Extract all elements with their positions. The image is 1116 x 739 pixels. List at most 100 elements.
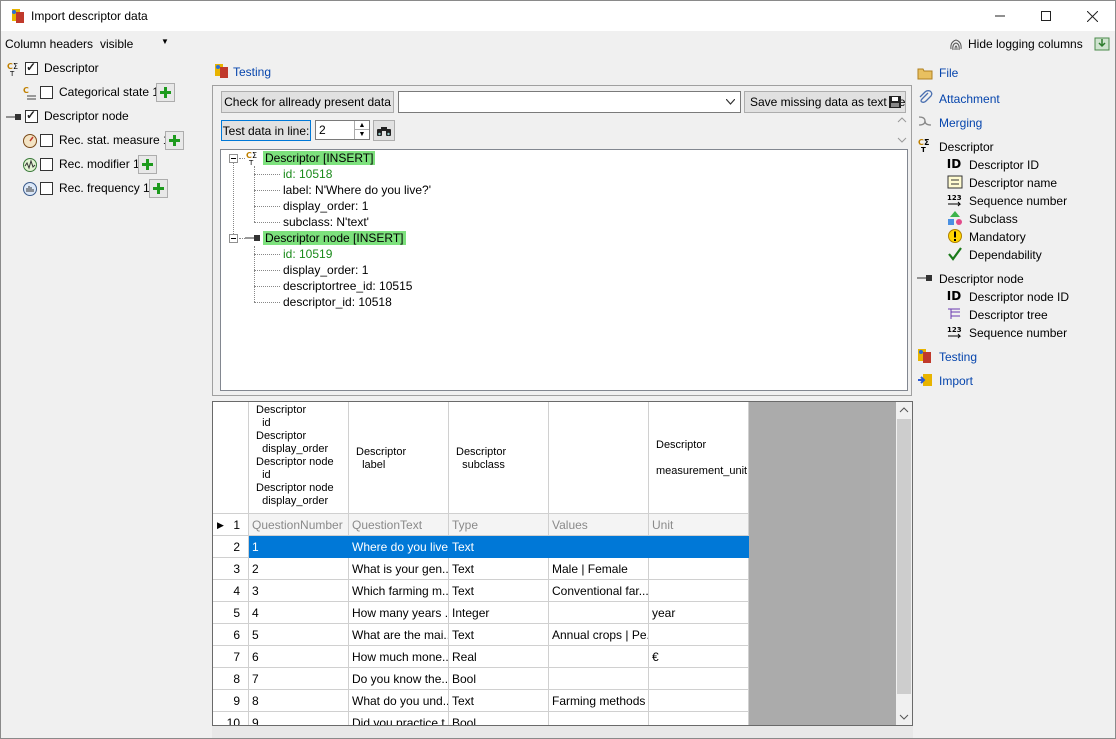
node-id-node[interactable]: id: 10519 [283, 247, 332, 261]
testing-scrollbar[interactable] [894, 115, 910, 145]
row-header[interactable]: 3 [213, 558, 249, 580]
grid-header-col4[interactable] [549, 402, 649, 514]
table-cell[interactable] [649, 624, 749, 646]
collapse-descriptor-node-icon[interactable] [229, 234, 238, 243]
row-header[interactable]: 8 [213, 668, 249, 690]
row-header[interactable]: 4 [213, 580, 249, 602]
header-row-cell[interactable]: QuestionNumber [249, 514, 349, 536]
table-cell[interactable]: 7 [249, 668, 349, 690]
hide-logging-columns-button[interactable]: Hide logging columns [947, 34, 1116, 54]
table-cell[interactable]: Do you know the... [349, 668, 449, 690]
table-cell[interactable] [549, 602, 649, 624]
table-cell[interactable]: 1 [249, 536, 349, 558]
nav-mandatory[interactable]: Mandatory [969, 230, 1026, 244]
grid-scroll-thumb[interactable] [897, 419, 911, 694]
row-header[interactable]: 9 [213, 690, 249, 712]
row-header[interactable]: 1 ▶ [213, 514, 249, 536]
save-missing-data-button[interactable]: Save missing data as text file [744, 91, 906, 113]
add-categorical-state-button[interactable] [156, 83, 175, 102]
row-header[interactable]: 10 [213, 712, 249, 725]
table-cell[interactable] [549, 646, 649, 668]
table-cell[interactable]: 9 [249, 712, 349, 725]
table-cell[interactable] [649, 536, 749, 558]
table-cell[interactable] [649, 690, 749, 712]
scroll-down-icon[interactable] [896, 709, 912, 725]
row-header[interactable]: 7 [213, 646, 249, 668]
descriptor-display-order-node[interactable]: display_order: 1 [283, 199, 368, 213]
grid-hscrollbar[interactable] [212, 726, 913, 738]
table-cell[interactable]: What do you und... [349, 690, 449, 712]
descriptor-insert-node[interactable]: Descriptor [INSERT] [263, 151, 376, 165]
nav-node-sequence-number[interactable]: Sequence number [969, 326, 1067, 340]
node-display-order-node[interactable]: display_order: 1 [283, 263, 368, 277]
nav-attachment[interactable]: Attachment [939, 92, 1000, 106]
table-cell[interactable]: What is your gen... [349, 558, 449, 580]
descriptor-id-node[interactable]: id: 10518 [283, 167, 332, 181]
table-cell[interactable]: Did you practice t... [349, 712, 449, 725]
descriptor-checkbox[interactable] [25, 60, 38, 75]
categorical-state-checkbox[interactable] [40, 86, 53, 99]
table-cell[interactable]: Conventional far... [549, 580, 649, 602]
descriptor-node-checkbox[interactable] [25, 108, 38, 123]
header-row-cell[interactable]: Unit [649, 514, 749, 536]
row-header[interactable]: 2 [213, 536, 249, 558]
present-data-select[interactable] [398, 91, 741, 113]
nav-descriptor-name[interactable]: Descriptor name [969, 176, 1057, 190]
header-row-cell[interactable]: QuestionText [349, 514, 449, 536]
grid-header-col5[interactable]: Descriptor measurement_unit [649, 402, 749, 514]
table-cell[interactable]: 6 [249, 646, 349, 668]
nav-sequence-number[interactable]: Sequence number [969, 194, 1067, 208]
descriptor-subclass-node[interactable]: subclass: N'text' [283, 215, 369, 229]
add-rec-frequency-button[interactable] [149, 179, 168, 198]
table-cell[interactable]: Which farming m... [349, 580, 449, 602]
grid-header-col1[interactable]: Descriptor id Descriptor display_order D… [249, 402, 349, 514]
nav-testing[interactable]: Testing [939, 350, 977, 364]
nav-descriptor-id[interactable]: Descriptor ID [969, 158, 1039, 172]
nav-subclass[interactable]: Subclass [969, 212, 1018, 226]
table-cell[interactable] [549, 712, 649, 725]
minimize-button[interactable] [977, 1, 1023, 31]
table-cell[interactable] [649, 580, 749, 602]
nav-descriptor[interactable]: Descriptor [939, 140, 994, 154]
stepper-up-icon[interactable]: ▲ [354, 121, 369, 130]
table-cell[interactable] [649, 668, 749, 690]
grid-header-col2[interactable]: Descriptor label [349, 402, 449, 514]
table-cell[interactable]: 8 [249, 690, 349, 712]
add-rec-modifier-button[interactable] [138, 155, 157, 174]
grid-scrollbar[interactable] [896, 402, 912, 725]
check-present-data-button[interactable]: Check for allready present data [221, 91, 394, 113]
nav-merging[interactable]: Merging [939, 116, 982, 130]
table-cell[interactable]: Bool [449, 712, 549, 725]
node-descriptor-id-node[interactable]: descriptor_id: 10518 [283, 295, 392, 309]
table-cell[interactable]: Text [449, 536, 549, 558]
nav-descriptor-node-id[interactable]: Descriptor node ID [969, 290, 1069, 304]
table-cell[interactable] [549, 536, 649, 558]
test-result-tree[interactable]: CΣT Descriptor [INSERT] id: 10518 label:… [220, 149, 908, 391]
nav-file[interactable]: File [939, 66, 958, 80]
column-headers-select[interactable]: visible ▼ [97, 34, 171, 54]
table-cell[interactable]: 4 [249, 602, 349, 624]
rec-stat-measure-checkbox[interactable] [40, 134, 53, 147]
table-cell[interactable]: Text [449, 690, 549, 712]
rec-frequency-checkbox[interactable] [40, 182, 53, 195]
table-cell[interactable]: What are the mai... [349, 624, 449, 646]
table-cell[interactable] [549, 668, 649, 690]
table-cell[interactable]: Male | Female [549, 558, 649, 580]
table-cell[interactable] [649, 712, 749, 725]
scroll-up-icon[interactable] [896, 402, 912, 418]
table-cell[interactable]: Text [449, 624, 549, 646]
table-cell[interactable]: year [649, 602, 749, 624]
descriptor-node-insert-node[interactable]: Descriptor node [INSERT] [263, 231, 406, 245]
header-row-cell[interactable]: Type [449, 514, 549, 536]
table-cell[interactable]: 5 [249, 624, 349, 646]
table-cell[interactable]: Bool [449, 668, 549, 690]
stepper-down-icon[interactable]: ▼ [354, 130, 369, 139]
test-data-in-line-button[interactable]: Test data in line: [221, 120, 311, 141]
node-tree-id-node[interactable]: descriptortree_id: 10515 [283, 279, 412, 293]
save-icon[interactable] [1094, 36, 1110, 52]
nav-import[interactable]: Import [939, 374, 973, 388]
nav-descriptor-tree[interactable]: Descriptor tree [969, 308, 1048, 322]
table-cell[interactable]: Real [449, 646, 549, 668]
close-button[interactable] [1069, 1, 1115, 31]
nav-descriptor-node[interactable]: Descriptor node [939, 272, 1024, 286]
